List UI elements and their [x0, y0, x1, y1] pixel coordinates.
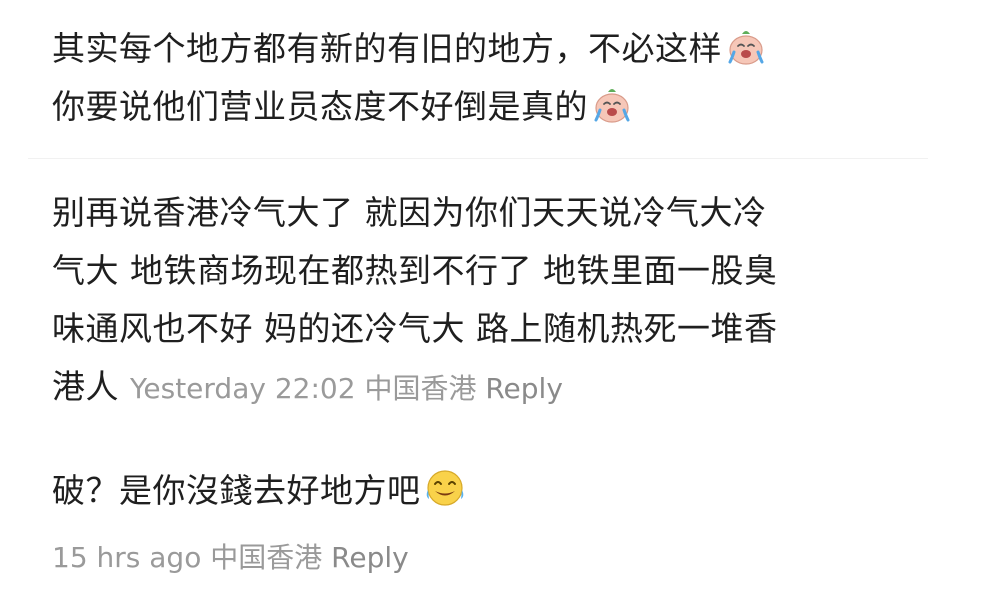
comment-2-meta: Yesterday 22:02 中国香港 Reply [130, 372, 563, 405]
crying-face-icon [724, 24, 768, 68]
comment-time: 15 hrs ago [52, 541, 202, 574]
comment-2-text-end: 港人 [52, 367, 119, 406]
comment-3-meta: 15 hrs ago 中国香港 Reply [52, 536, 409, 580]
comment-1: 其实每个地方都有新的有旧的地方，不必这样 你要说他们营业员态度不好倒是真的 [52, 20, 926, 136]
comment-2: 别再说香港冷气大了 就因为你们天天说冷气大冷 气大 地铁商场现在都热到不行了 地… [52, 184, 926, 418]
comment-1-text-2: 你要说他们营业员态度不好倒是真的 [52, 87, 588, 126]
comment-divider [28, 158, 928, 159]
tears-of-joy-icon [423, 466, 467, 510]
comment-1-line-1: 其实每个地方都有新的有旧的地方，不必这样 [52, 20, 926, 78]
comment-location: 中国香港 [210, 541, 323, 574]
crying-face-icon [590, 82, 634, 126]
comment-2-line-4: 港人 Yesterday 22:02 中国香港 Reply [52, 358, 926, 418]
comment-location: 中国香港 [364, 372, 477, 405]
comment-2-line-1: 别再说香港冷气大了 就因为你们天天说冷气大冷 [52, 193, 767, 232]
comment-3-line-1: 破？是你沒錢去好地方吧 [52, 462, 926, 520]
reply-button[interactable]: Reply [485, 372, 563, 405]
comment-1-text-1: 其实每个地方都有新的有旧的地方，不必这样 [52, 29, 722, 68]
comment-3-text: 破？是你沒錢去好地方吧 [52, 471, 421, 510]
comment-2-line-2: 气大 地铁商场现在都热到不行了 地铁里面一股臭 [52, 251, 778, 290]
comment-2-line-3: 味通风也不好 妈的还冷气大 路上随机热死一堆香 [52, 309, 778, 348]
reply-button[interactable]: Reply [331, 541, 409, 574]
comment-3: 破？是你沒錢去好地方吧 [52, 462, 926, 520]
comment-time: Yesterday 22:02 [130, 372, 356, 405]
comment-1-line-2: 你要说他们营业员态度不好倒是真的 [52, 78, 926, 136]
